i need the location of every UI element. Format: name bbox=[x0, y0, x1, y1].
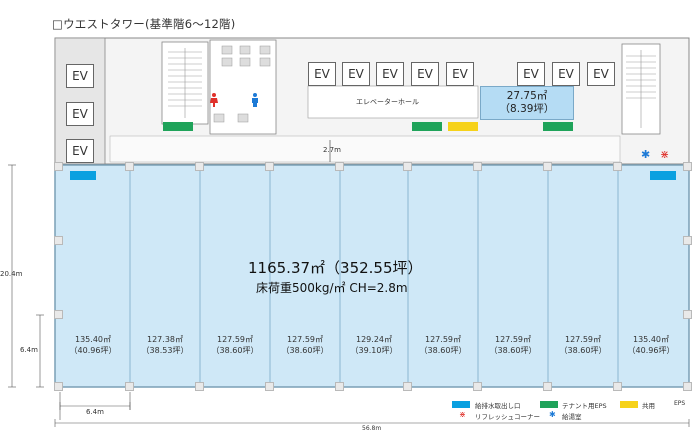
column bbox=[543, 382, 552, 391]
dim-height-total: 20.4m bbox=[0, 270, 23, 278]
elevator-top-7: EV bbox=[552, 62, 580, 86]
hot-water-room-icon: ✱ bbox=[641, 148, 651, 161]
dim-width-bay: 6.4m bbox=[86, 408, 104, 416]
column bbox=[265, 382, 274, 391]
elevator-top-8: EV bbox=[587, 62, 615, 86]
column bbox=[473, 382, 482, 391]
legend-refresh-icon: ⋇ bbox=[459, 410, 466, 419]
corridor-width-label: 2.7m bbox=[323, 146, 341, 154]
elevator-hall-label: エレベーターホール bbox=[356, 98, 419, 106]
column bbox=[613, 382, 622, 391]
column bbox=[403, 382, 412, 391]
unit-area-6: 127.59㎡ （38.60坪） bbox=[419, 335, 467, 355]
unit-area-9: 135.40㎡ （40.96坪） bbox=[627, 335, 675, 355]
column bbox=[54, 382, 63, 391]
column bbox=[683, 162, 692, 171]
main-area-label: 1165.37㎡（352.55坪） bbox=[248, 259, 423, 277]
unit-area-5: 129.24㎡ （39.10坪） bbox=[350, 335, 398, 355]
column bbox=[543, 162, 552, 171]
column bbox=[473, 162, 482, 171]
tenant-eps-mid bbox=[412, 122, 442, 131]
unit-area-8: 127.59㎡ （38.60坪） bbox=[559, 335, 607, 355]
corridor bbox=[109, 135, 621, 163]
core-room-sqm: 27.75㎡ bbox=[506, 90, 548, 102]
legend-eps-swatch bbox=[540, 401, 558, 408]
water-supply-right bbox=[650, 171, 676, 180]
elevator-left-3: EV bbox=[66, 139, 94, 163]
unit-area-1: 135.40㎡ （40.96坪） bbox=[69, 335, 117, 355]
main-spec-label: 床荷重500kg/㎡ CH=2.8m bbox=[256, 281, 408, 295]
tenant-eps-left bbox=[163, 122, 193, 131]
elevator-top-5: EV bbox=[446, 62, 474, 86]
column bbox=[195, 162, 204, 171]
water-supply-left bbox=[70, 171, 96, 180]
column bbox=[403, 162, 412, 171]
unit-area-4: 127.59㎡ （38.60坪） bbox=[281, 335, 329, 355]
column bbox=[613, 162, 622, 171]
core-room-tsubo: （8.39坪） bbox=[499, 103, 555, 115]
column bbox=[683, 236, 692, 245]
column bbox=[683, 310, 692, 319]
column bbox=[54, 310, 63, 319]
column bbox=[335, 162, 344, 171]
female-toilet-icon bbox=[210, 92, 218, 107]
column bbox=[265, 162, 274, 171]
elevator-left-1: EV bbox=[66, 64, 94, 88]
male-toilet-icon bbox=[251, 92, 259, 107]
column bbox=[335, 382, 344, 391]
legend-shared-label: 共用 bbox=[642, 402, 655, 410]
dim-width-total: 56.8m bbox=[362, 425, 382, 432]
column bbox=[54, 162, 63, 171]
column bbox=[125, 382, 134, 391]
column bbox=[54, 236, 63, 245]
column bbox=[125, 162, 134, 171]
legend-hotwater-label: 給湯室 bbox=[562, 413, 582, 421]
shared-eps bbox=[448, 122, 478, 131]
elevator-left-2: EV bbox=[66, 102, 94, 126]
unit-area-7: 127.59㎡ （38.60坪） bbox=[489, 335, 537, 355]
elevator-top-3: EV bbox=[376, 62, 404, 86]
legend-eps-label: テナント用EPS bbox=[562, 402, 607, 410]
elevator-top-2: EV bbox=[342, 62, 370, 86]
unit-area-3: 127.59㎡ （38.60坪） bbox=[211, 335, 259, 355]
elevator-top-1: EV bbox=[308, 62, 336, 86]
column bbox=[195, 382, 204, 391]
unit-area-2: 127.38㎡ （38.53坪） bbox=[141, 335, 189, 355]
eps-label: EPS bbox=[674, 400, 686, 407]
tenant-eps-right bbox=[543, 122, 573, 131]
legend-water-swatch bbox=[452, 401, 470, 408]
dim-height-bottom: 6.4m bbox=[20, 346, 38, 354]
legend-refresh-label: リフレッシュコーナー bbox=[475, 413, 540, 421]
legend-shared-swatch bbox=[620, 401, 638, 408]
elevator-top-4: EV bbox=[411, 62, 439, 86]
refresh-corner-icon: ⋇ bbox=[660, 148, 670, 161]
legend-water-label: 給排水取出し口 bbox=[475, 402, 521, 410]
legend-hotwater-icon: ✱ bbox=[549, 410, 556, 419]
column bbox=[683, 382, 692, 391]
elevator-top-6: EV bbox=[517, 62, 545, 86]
core-room: 27.75㎡ （8.39坪） bbox=[480, 86, 574, 120]
